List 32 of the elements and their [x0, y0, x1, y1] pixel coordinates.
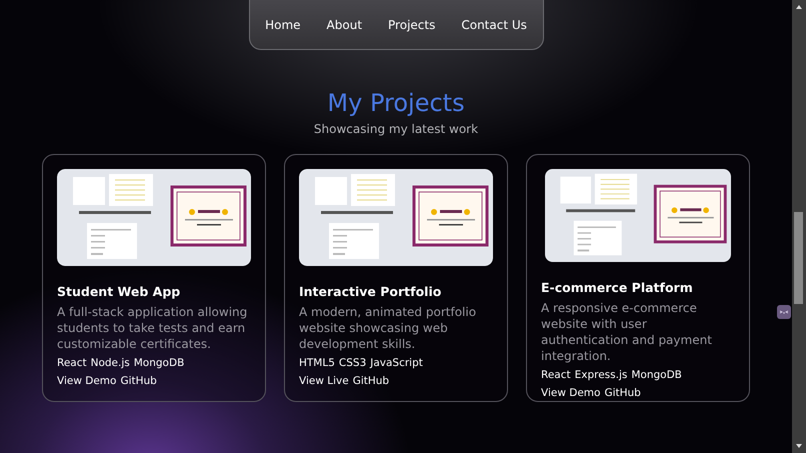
project-link[interactable]: GitHub — [352, 373, 390, 389]
face-icon[interactable] — [777, 305, 791, 319]
project-title: E-commerce Platform — [541, 279, 694, 297]
tech-tag: Node.js — [90, 355, 130, 371]
tech-tag: Express.js — [574, 367, 628, 383]
project-description: A responsive e-commerce website with user authentication and payment integration. — [541, 300, 713, 364]
tech-tag: HTML5 — [299, 355, 335, 371]
tech-tag: MongoDB — [631, 367, 682, 383]
tech-tag: React — [541, 367, 571, 383]
nav-link[interactable]: Contact Us — [461, 16, 527, 34]
section-subtitle: Showcasing my latest work — [314, 121, 478, 138]
nav-link[interactable]: Home — [265, 16, 301, 34]
tech-tag: MongoDB — [134, 355, 184, 371]
project-description: A full-stack application allowing students to take tests and earn customizable certificates. — [57, 304, 248, 352]
tech-tag: React — [57, 355, 87, 371]
project-title: Student Web App — [57, 283, 182, 301]
project-link[interactable]: GitHub — [120, 373, 157, 389]
project-title: Interactive Portfolio — [299, 283, 442, 301]
project-link[interactable]: View Demo — [57, 373, 116, 389]
nav-link[interactable]: About — [326, 16, 362, 34]
scrollbar-thumb[interactable] — [794, 212, 803, 304]
project-description: A modern, animated portfolio website showcasing web development skills. — [299, 304, 478, 352]
tech-tag: CSS3 — [338, 355, 366, 371]
project-link[interactable]: View Demo — [541, 385, 600, 401]
nav-link[interactable]: Projects — [388, 16, 436, 34]
tech-tag: JavaScript — [370, 355, 423, 371]
scrollbar[interactable] — [792, 0, 806, 453]
project-link[interactable]: View Live — [299, 373, 349, 389]
scroll-up-icon[interactable] — [795, 3, 803, 11]
scroll-down-icon[interactable] — [795, 442, 803, 450]
project-link[interactable]: GitHub — [604, 385, 641, 401]
section-title: My Projects — [327, 88, 465, 118]
